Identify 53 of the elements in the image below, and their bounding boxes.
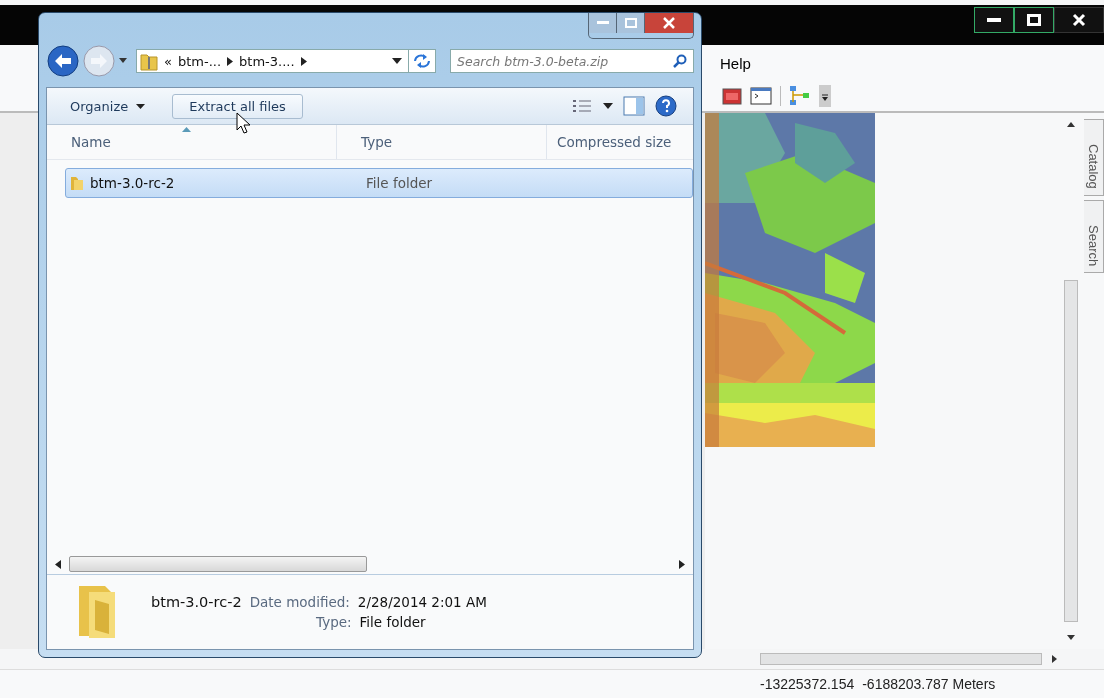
detail-value: File folder	[359, 614, 426, 630]
dropdown-icon[interactable]	[392, 58, 402, 64]
sort-arrow-icon	[182, 127, 191, 132]
caret-icon[interactable]	[136, 103, 146, 109]
scroll-thumb[interactable]	[1064, 280, 1078, 622]
column-header[interactable]: Compressed size	[547, 125, 693, 159]
caret-icon[interactable]	[603, 103, 613, 109]
zip-folder-icon	[140, 51, 158, 71]
organize-menu[interactable]: Organize	[61, 94, 155, 118]
detail-value: 2/28/2014 2:01 AM	[357, 594, 487, 610]
close-icon[interactable]	[1072, 13, 1086, 27]
file-row[interactable]: btm-3.0-rc-2 File folder	[65, 168, 693, 198]
toolbox-icon[interactable]	[722, 87, 742, 105]
chevron-icon[interactable]	[300, 56, 307, 66]
file-type: File folder	[365, 175, 434, 191]
scroll-thumb[interactable]	[69, 556, 367, 572]
menu-item[interactable]: Help	[720, 54, 751, 72]
help-icon[interactable]	[655, 95, 677, 117]
search-field[interactable]: Search btm-3.0-beta.zip	[450, 49, 694, 73]
extract-button[interactable]: Extract all files	[172, 93, 303, 119]
item-name: btm-3.0-rc-2	[151, 594, 242, 610]
caret-icon[interactable]	[118, 57, 128, 65]
back-button[interactable]	[46, 44, 80, 78]
file-name: btm-3.0-rc-2	[90, 175, 175, 191]
horizontal-scrollbar[interactable]	[760, 653, 1042, 665]
breadcrumb[interactable]: btm-3....	[239, 53, 295, 69]
mouse-cursor	[236, 112, 250, 134]
scroll-down-icon[interactable]	[1066, 635, 1076, 641]
folder-icon	[70, 175, 84, 191]
x-coordinate: -13225372.154	[760, 676, 855, 692]
minimize-icon[interactable]	[987, 17, 1001, 23]
detail-label: Date modified:	[249, 594, 350, 610]
side-tab[interactable]: Search	[1084, 199, 1104, 273]
view-list-icon[interactable]	[573, 99, 593, 113]
search-icon[interactable]	[673, 54, 687, 68]
scroll-up-icon[interactable]	[1066, 121, 1076, 127]
model-diagram-icon[interactable]	[789, 85, 811, 107]
scroll-left-icon[interactable]	[55, 559, 61, 569]
scroll-right-icon[interactable]	[1052, 654, 1058, 664]
column-header[interactable]: Type	[337, 125, 547, 159]
y-coordinate: -6188203.787 Meters	[862, 676, 996, 692]
detail-label: Type:	[316, 614, 352, 630]
maximize-icon[interactable]	[1027, 14, 1041, 26]
address-bar[interactable]: « btm-... btm-3....	[136, 49, 436, 73]
side-tab[interactable]: Catalog	[1084, 119, 1104, 196]
breadcrumb[interactable]: btm-...	[177, 53, 222, 69]
overflow-icon[interactable]	[819, 85, 831, 107]
breadcrumb-overflow[interactable]: «	[164, 53, 172, 69]
close-button[interactable]	[1054, 7, 1104, 33]
maximize-button[interactable]	[1014, 7, 1054, 33]
scroll-right-icon[interactable]	[679, 559, 685, 569]
chevron-icon[interactable]	[227, 56, 234, 66]
minimize-button[interactable]	[974, 7, 1014, 33]
